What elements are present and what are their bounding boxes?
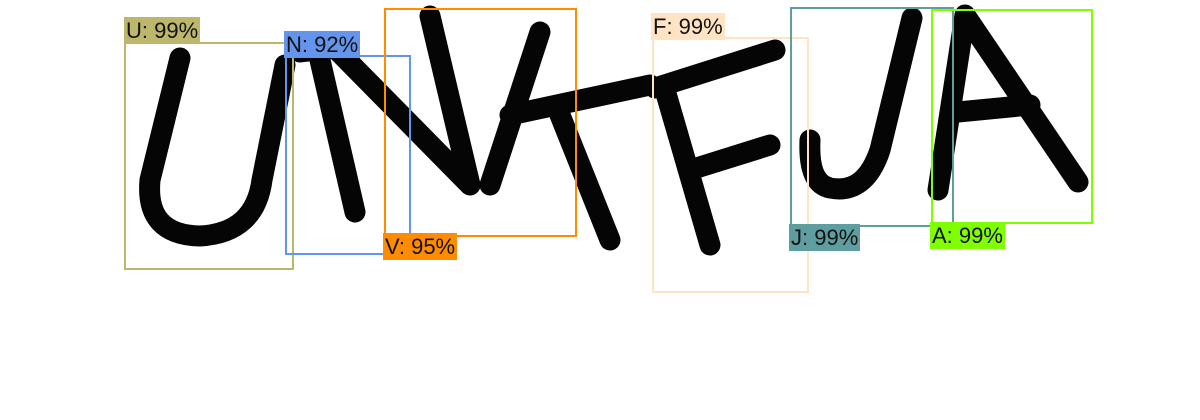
detection-label-j: J: 99% <box>789 224 861 251</box>
captcha-detection-canvas: U: 99% N: 92% V: 95% F: 99% J: 99% A: 99… <box>0 0 1200 420</box>
detection-label-v: V: 95% <box>383 233 458 260</box>
detection-box-v <box>384 8 577 237</box>
detection-box-f <box>652 37 809 293</box>
detection-box-u <box>124 42 294 270</box>
detection-label-a: A: 99% <box>930 222 1005 249</box>
detection-label-n: N: 92% <box>284 31 361 58</box>
detection-label-u: U: 99% <box>124 17 201 44</box>
detection-box-j <box>790 7 954 227</box>
detection-box-a <box>931 9 1093 224</box>
detection-label-f: F: 99% <box>651 13 725 40</box>
